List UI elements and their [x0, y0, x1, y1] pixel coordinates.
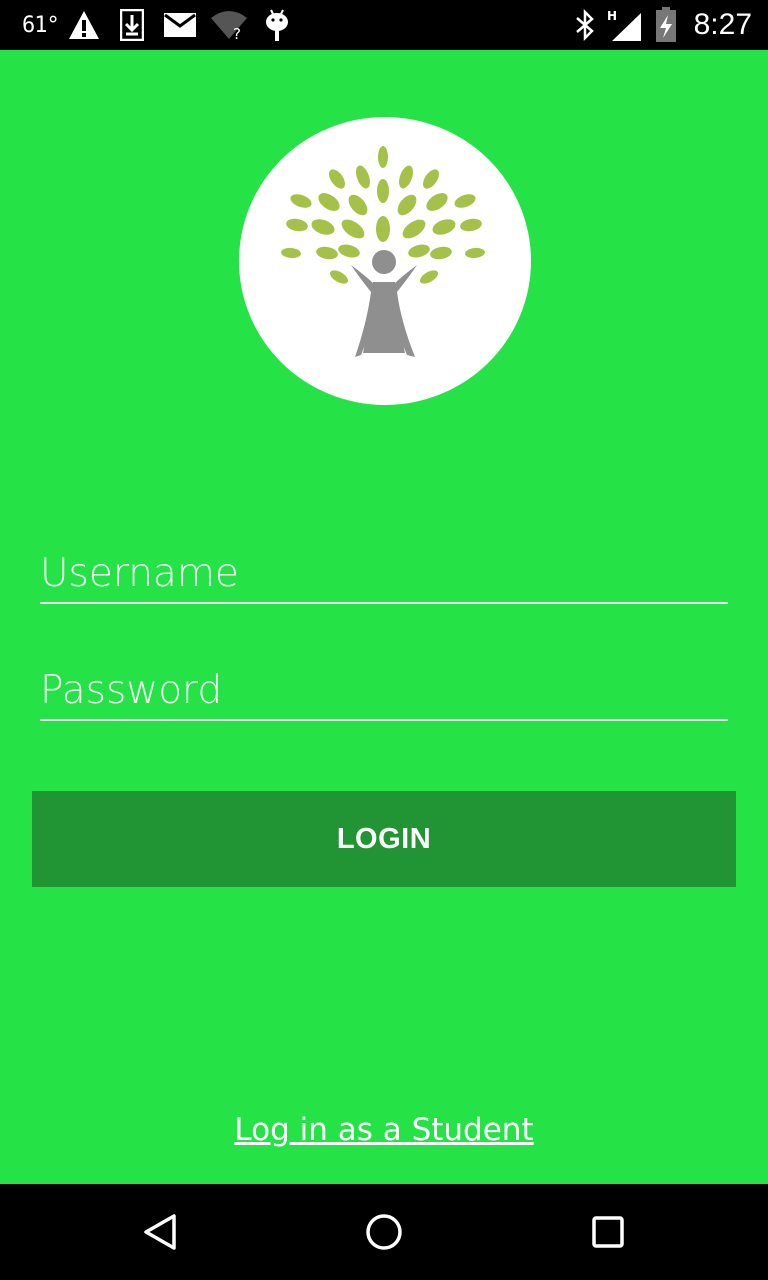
android-debug-icon	[266, 9, 288, 41]
wifi-unknown-icon: ?	[211, 11, 247, 40]
download-icon	[120, 9, 144, 41]
login-screen: LOGIN Log in as a Student	[0, 50, 768, 1184]
navigation-bar	[0, 1184, 768, 1280]
bluetooth-icon	[576, 9, 594, 41]
temperature-text: 61°	[22, 12, 60, 38]
home-icon[interactable]	[360, 1208, 408, 1256]
status-bar: 61° ? H 8:27	[0, 0, 768, 50]
username-field[interactable]	[40, 544, 728, 604]
password-input[interactable]	[40, 661, 728, 719]
password-field[interactable]	[40, 661, 728, 721]
svg-text:?: ?	[233, 25, 241, 40]
app-logo	[239, 117, 531, 405]
username-input[interactable]	[40, 544, 728, 602]
recents-icon[interactable]	[584, 1208, 632, 1256]
back-icon[interactable]	[136, 1208, 184, 1256]
clock-text: 8:27	[693, 8, 752, 41]
warning-icon	[69, 11, 99, 39]
student-login-link[interactable]: Log in as a Student	[0, 1112, 768, 1148]
login-button[interactable]: LOGIN	[32, 791, 736, 887]
mail-icon	[164, 13, 196, 37]
battery-charging-icon	[656, 7, 676, 42]
signal-h-icon: H	[607, 9, 641, 41]
svg-text:H: H	[607, 9, 617, 23]
tree-person-logo-icon	[281, 146, 485, 357]
